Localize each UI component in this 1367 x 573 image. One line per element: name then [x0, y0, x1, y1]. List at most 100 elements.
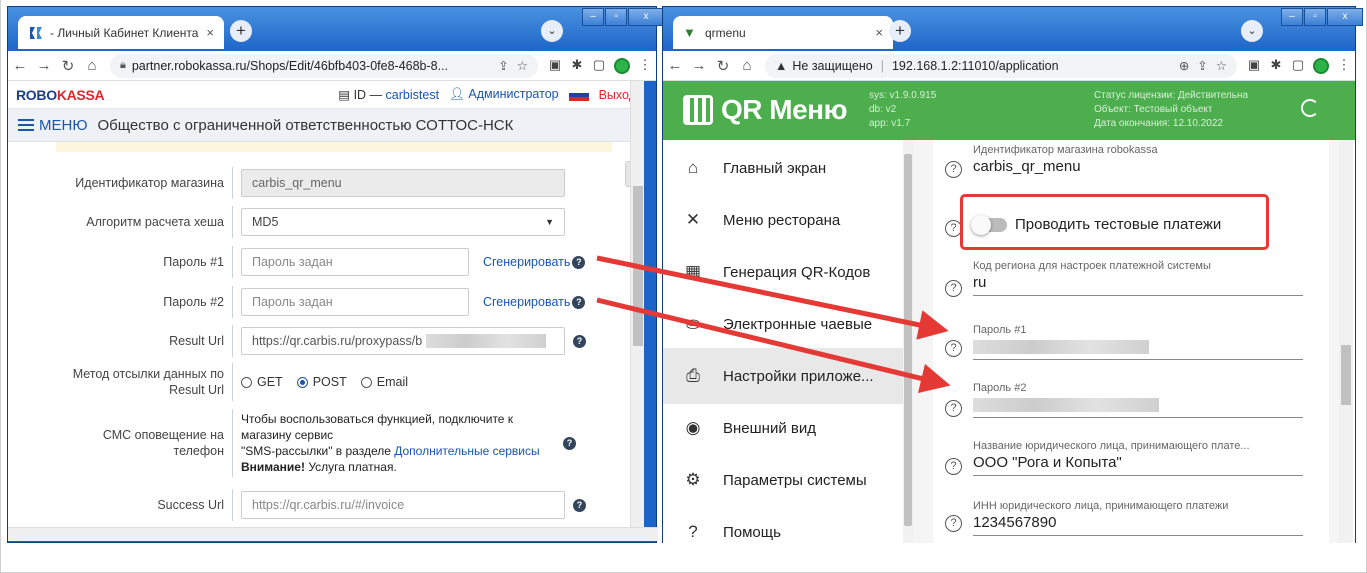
- kebab-menu-icon[interactable]: ⋮: [634, 57, 656, 75]
- zoom-icon[interactable]: ⊕: [1179, 58, 1189, 73]
- home-icon[interactable]: ⌂: [735, 57, 759, 74]
- shop-id-field[interactable]: Идентификатор магазина robokassa carbis_…: [973, 144, 1303, 179]
- new-tab-button[interactable]: +: [889, 20, 911, 42]
- help-icon[interactable]: ?: [573, 498, 586, 512]
- reload-icon[interactable]: ↻: [56, 57, 80, 75]
- radio-email[interactable]: Email: [360, 375, 408, 389]
- shop-id-input[interactable]: carbis_qr_menu: [241, 169, 565, 197]
- left-vertical-scrollbar[interactable]: [630, 81, 644, 527]
- inn-field[interactable]: ИНН юридического лица, принимающего плат…: [973, 500, 1303, 536]
- tab-search-chevron-icon[interactable]: ⌄: [541, 20, 563, 42]
- test-payments-highlight: [960, 194, 1269, 250]
- result-url-input[interactable]: https://qr.carbis.ru/proxypass/b: [241, 327, 565, 355]
- password2-input[interactable]: Пароль задан: [241, 288, 469, 316]
- right-address-bar[interactable]: ▲ Не защищено | 192.168.1.2:11010/applic…: [765, 53, 1237, 78]
- help-icon[interactable]: ?: [945, 400, 962, 417]
- close-tab-icon[interactable]: ×: [875, 25, 883, 40]
- left-tab[interactable]: - Личный Кабинет Клиента ×: [18, 16, 224, 49]
- sidebar-item-restaurant-menu[interactable]: ✕ Меню ресторана: [663, 192, 903, 248]
- region-field[interactable]: Код региона для настроек платежной систе…: [973, 260, 1303, 296]
- tab-search-chevron-icon[interactable]: ⌄: [1241, 20, 1263, 42]
- refresh-icon[interactable]: [1301, 99, 1319, 117]
- sidebar-item-app-settings[interactable]: ⎙ Настройки приложе...: [663, 348, 903, 404]
- bookmark-star-icon[interactable]: ☆: [1216, 58, 1227, 73]
- notice-strip: [56, 142, 612, 152]
- back-arrow-icon[interactable]: ←: [8, 57, 32, 74]
- app-title: QR Меню: [721, 94, 848, 125]
- home-icon[interactable]: ⌂: [80, 57, 104, 74]
- help-icon[interactable]: ?: [945, 515, 962, 532]
- minimize-button[interactable]: –: [582, 8, 604, 26]
- robokassa-logo[interactable]: ROBOKASSA: [16, 87, 105, 103]
- kebab-menu-icon[interactable]: ⋮: [1333, 57, 1355, 75]
- shop-id-row: Идентификатор магазина carbis_qr_menu: [8, 167, 628, 199]
- password2-field[interactable]: Пароль #2: [973, 382, 1303, 418]
- legal-name-field[interactable]: Название юридического лица, принимающего…: [973, 440, 1303, 476]
- cutlery-icon: ✕: [685, 210, 701, 229]
- password1-field[interactable]: Пароль #1: [973, 324, 1303, 360]
- security-status: Не защищено: [792, 58, 873, 73]
- close-window-button[interactable]: x: [628, 8, 664, 26]
- close-window-button[interactable]: x: [1327, 8, 1363, 26]
- minimize-button[interactable]: –: [1281, 8, 1303, 26]
- login-link[interactable]: carbistest: [386, 88, 440, 102]
- extensions-puzzle-icon[interactable]: ✱: [1265, 57, 1287, 75]
- scroll-thumb[interactable]: [904, 154, 912, 526]
- sidebar-item-home[interactable]: ⌂ Главный экран: [663, 140, 903, 196]
- share-icon[interactable]: ⇪: [498, 58, 508, 73]
- role-link[interactable]: 👤︎ Администратор: [449, 87, 559, 102]
- help-icon[interactable]: ?: [945, 161, 962, 178]
- additional-services-link[interactable]: Дополнительные сервисы: [394, 444, 539, 458]
- tips-icon: ⛀: [685, 314, 701, 333]
- password1-input[interactable]: Пароль задан: [241, 248, 469, 276]
- qrmenu-favicon-icon: ▼: [683, 24, 696, 40]
- share-icon[interactable]: ⇪: [1197, 58, 1207, 73]
- menu-button[interactable]: МЕНЮ: [18, 117, 88, 134]
- left-horizontal-scrollbar[interactable]: [8, 527, 658, 541]
- hash-select[interactable]: MD5 ▼: [241, 208, 565, 236]
- back-arrow-icon[interactable]: ←: [663, 57, 687, 74]
- extension-reader-icon[interactable]: ▣: [1243, 57, 1265, 75]
- qrmenu-page: QR Меню sys: v1.9.0.915 db: v2 app: v1.7 С…: [663, 81, 1355, 543]
- sidebar-item-qr-generation[interactable]: ▦ Генерация QR-Кодов: [663, 244, 903, 300]
- language-flag-icon[interactable]: [568, 88, 589, 101]
- radio-post[interactable]: POST: [296, 375, 347, 389]
- left-address-bar[interactable]: 🔒︎ partner.robokassa.ru/Shops/Edit/46bfb…: [110, 53, 538, 78]
- help-icon[interactable]: ?: [573, 334, 586, 348]
- sidepanel-icon[interactable]: ▢: [1287, 57, 1309, 75]
- generate-password2-link[interactable]: Сгенерировать?: [483, 295, 586, 309]
- help-icon[interactable]: ?: [945, 340, 962, 357]
- new-tab-button[interactable]: +: [230, 20, 252, 42]
- forward-arrow-icon[interactable]: →: [687, 57, 711, 74]
- extension-reader-icon[interactable]: ▣: [544, 57, 566, 75]
- gear-icon: ⚙: [685, 470, 701, 489]
- sidebar-item-system-params[interactable]: ⚙ Параметры системы: [663, 452, 903, 508]
- sidebar-item-appearance[interactable]: ◉ Внешний вид: [663, 400, 903, 456]
- maximize-button[interactable]: ▫: [605, 8, 627, 26]
- success-url-input[interactable]: https://qr.carbis.ru/#/invoice: [241, 491, 565, 519]
- forward-arrow-icon[interactable]: →: [32, 57, 56, 74]
- sidebar-item-help[interactable]: ? Помощь: [663, 504, 903, 543]
- help-icon[interactable]: ?: [563, 436, 576, 450]
- profile-avatar-icon[interactable]: [1313, 57, 1329, 74]
- generate-password1-link[interactable]: Сгенерировать?: [483, 255, 586, 269]
- reload-icon[interactable]: ↻: [711, 57, 735, 75]
- warning-icon: ▲: [775, 58, 788, 73]
- content-scrollbar[interactable]: [1339, 140, 1353, 543]
- right-titlebar: ▼ qrmenu × + ⌄ – ▫ x: [663, 7, 1363, 51]
- right-tab[interactable]: ▼ qrmenu ×: [673, 16, 893, 49]
- scroll-thumb[interactable]: [633, 186, 643, 346]
- help-icon[interactable]: ?: [945, 280, 962, 297]
- bookmark-star-icon[interactable]: ☆: [517, 58, 528, 73]
- help-icon[interactable]: ?: [945, 458, 962, 475]
- extensions-puzzle-icon[interactable]: ✱: [566, 57, 588, 75]
- scroll-thumb[interactable]: [1341, 345, 1351, 405]
- radio-get[interactable]: GET: [241, 375, 283, 389]
- right-browser-window: ▼ qrmenu × + ⌄ – ▫ x ← → ↻ ⌂ ▲ Не защище…: [662, 6, 1363, 543]
- profile-avatar-icon[interactable]: [614, 57, 630, 74]
- maximize-button[interactable]: ▫: [1304, 8, 1326, 26]
- sidepanel-icon[interactable]: ▢: [588, 57, 610, 75]
- close-tab-icon[interactable]: ×: [206, 25, 214, 40]
- sidebar-scrollbar[interactable]: [903, 140, 913, 543]
- sidebar-item-tips[interactable]: ⛀ Электронные чаевые: [663, 296, 903, 352]
